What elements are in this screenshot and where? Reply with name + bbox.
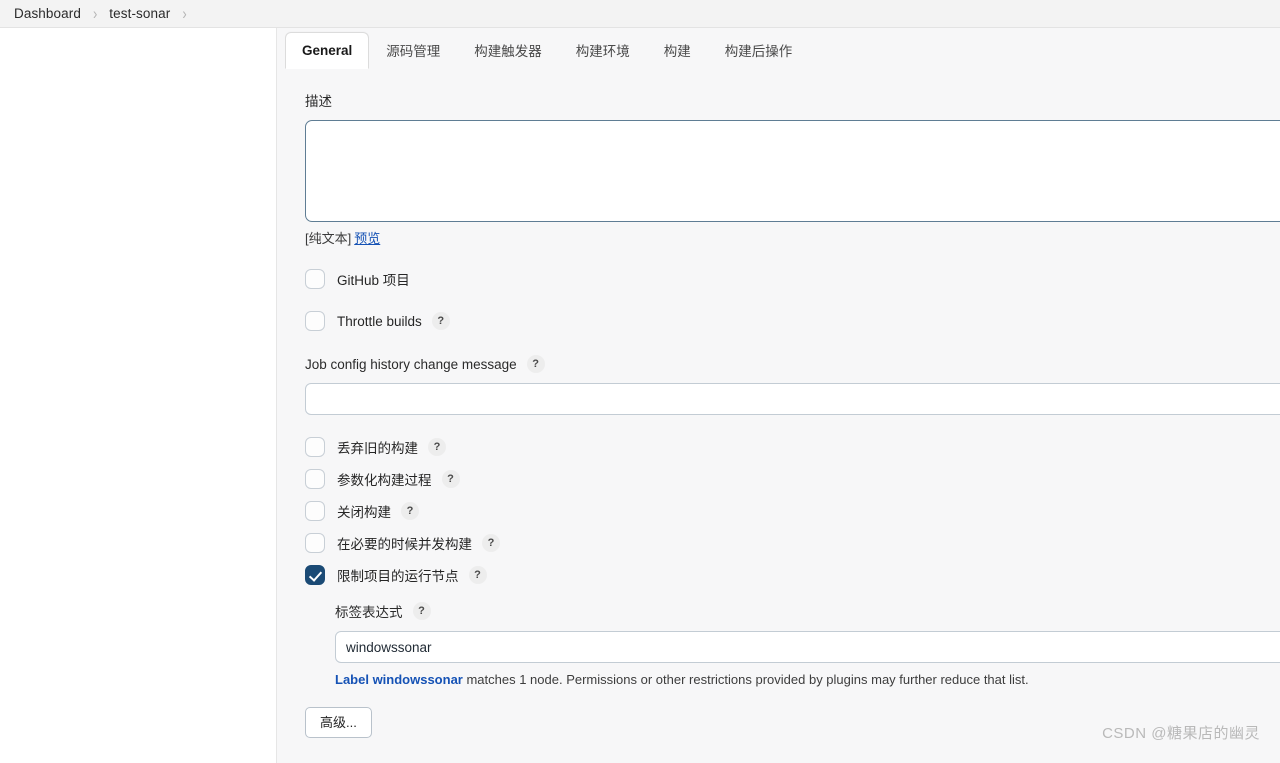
help-icon[interactable]: ?: [441, 470, 460, 488]
description-textarea[interactable]: [305, 120, 1280, 222]
disable-build-checkbox[interactable]: [305, 501, 325, 521]
disable-build-row[interactable]: 关闭构建 ?: [305, 501, 1280, 521]
throttle-builds-row[interactable]: Throttle builds ?: [305, 311, 1280, 331]
tab-general[interactable]: General: [285, 31, 370, 69]
help-icon[interactable]: ?: [468, 566, 487, 584]
discard-old-builds-label: 丢弃旧的构建: [337, 441, 418, 456]
breadcrumb: Dashboard › test-sonar ›: [0, 0, 1280, 28]
disable-build-label: 关闭构建: [337, 505, 391, 520]
job-config-history-label: Job config history change message: [305, 356, 517, 372]
breadcrumb-separator-icon: ›: [92, 4, 98, 23]
tab-build-environment[interactable]: 构建环境: [559, 33, 647, 69]
general-config-form: 描述 [纯文本] 预览 GitHub 项目 Throttle builds ? J…: [277, 68, 1280, 739]
label-expression-input[interactable]: [335, 631, 1280, 663]
parameterized-build-checkbox[interactable]: [305, 469, 325, 489]
label-expression-label-row: 标签表达式 ?: [335, 601, 1280, 621]
label-expression-block: 标签表达式 ? Label windowssonar matches 1 nod…: [335, 601, 1280, 689]
tab-post-build-actions[interactable]: 构建后操作: [708, 33, 810, 69]
description-label: 描述: [305, 94, 332, 109]
throttle-builds-label: Throttle builds: [337, 313, 422, 329]
help-icon[interactable]: ?: [428, 438, 446, 456]
concurrent-builds-row[interactable]: 在必要的时候并发构建 ?: [305, 533, 1280, 553]
github-project-row[interactable]: GitHub 项目: [305, 269, 1280, 289]
help-icon[interactable]: ?: [526, 355, 545, 373]
parameterized-build-row[interactable]: 参数化构建过程 ?: [305, 469, 1280, 489]
tab-build-triggers[interactable]: 构建触发器: [457, 33, 559, 69]
restrict-node-row[interactable]: 限制项目的运行节点 ?: [305, 565, 1280, 585]
help-icon[interactable]: ?: [401, 502, 419, 520]
discard-old-builds-checkbox[interactable]: [305, 437, 325, 457]
github-project-label: GitHub 项目: [337, 273, 410, 288]
restrict-node-checkbox[interactable]: [305, 565, 325, 585]
label-match-text: matches 1 node. Permissions or other res…: [462, 672, 1029, 687]
throttle-builds-checkbox[interactable]: [305, 311, 325, 331]
help-icon[interactable]: ?: [431, 312, 450, 330]
discard-old-builds-row[interactable]: 丢弃旧的构建 ?: [305, 437, 1280, 457]
concurrent-builds-checkbox[interactable]: [305, 533, 325, 553]
tab-build[interactable]: 构建: [647, 33, 708, 69]
description-preview-link[interactable]: 预览: [354, 231, 380, 246]
advanced-button[interactable]: 高级...: [305, 706, 372, 739]
breadcrumb-item-dashboard[interactable]: Dashboard: [14, 6, 81, 21]
main-content: General 源码管理 构建触发器 构建环境 构建 构建后操作 描述 [纯文本…: [277, 28, 1280, 763]
github-project-checkbox[interactable]: [305, 269, 325, 289]
description-meta: [纯文本] 预览: [305, 228, 1280, 247]
help-icon[interactable]: ?: [482, 534, 500, 552]
tab-source-code-management[interactable]: 源码管理: [369, 33, 457, 69]
job-config-history-input[interactable]: [305, 383, 1280, 415]
breadcrumb-separator-icon: ›: [182, 4, 187, 23]
restrict-node-label: 限制项目的运行节点: [337, 569, 459, 584]
page-body: General 源码管理 构建触发器 构建环境 构建 构建后操作 描述 [纯文本…: [0, 28, 1280, 763]
job-config-history-label-row: Job config history change message ?: [305, 355, 1280, 373]
plain-text-note: [纯文本]: [305, 231, 352, 246]
config-tab-bar: General 源码管理 构建触发器 构建环境 构建 构建后操作: [277, 28, 1280, 69]
label-match-note: Label windowssonar matches 1 node. Permi…: [335, 672, 1280, 689]
help-icon[interactable]: ?: [412, 602, 431, 620]
concurrent-builds-label: 在必要的时候并发构建: [337, 537, 472, 552]
sidebar-panel: [0, 28, 277, 763]
parameterized-build-label: 参数化构建过程: [337, 473, 432, 488]
label-match-link[interactable]: Label windowssonar: [335, 672, 463, 687]
label-expression-label: 标签表达式: [335, 605, 403, 620]
breadcrumb-item-test-sonar[interactable]: test-sonar: [109, 6, 170, 21]
